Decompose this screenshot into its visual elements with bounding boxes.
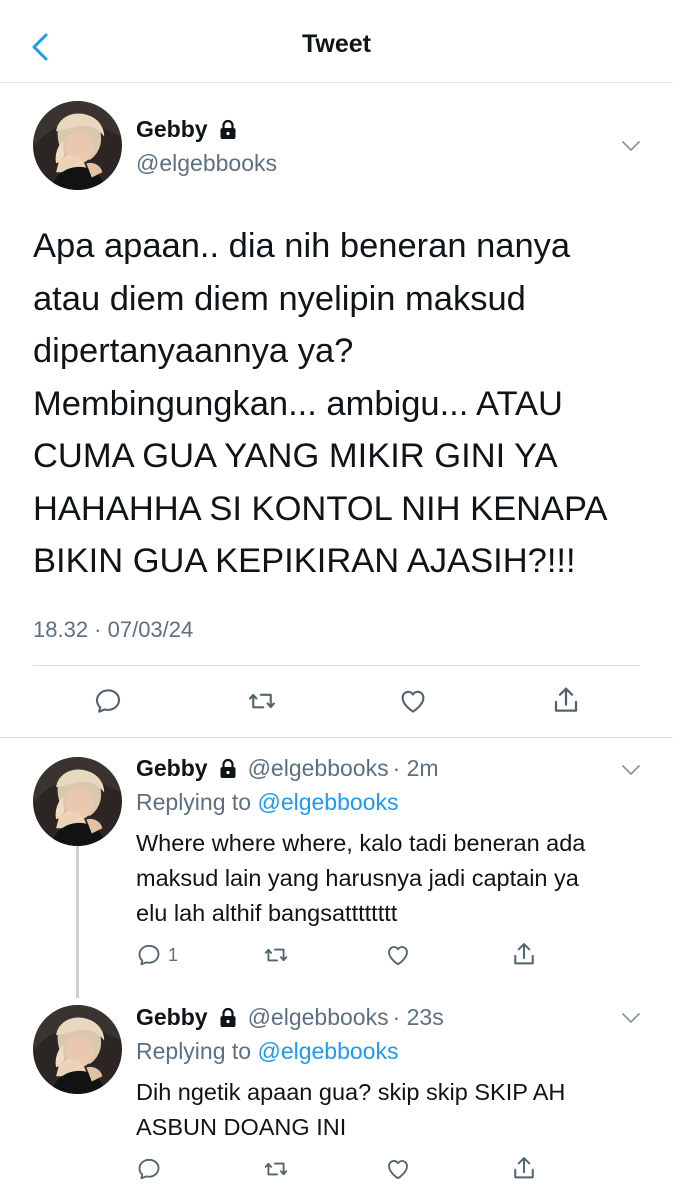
avatar[interactable] <box>33 1005 122 1094</box>
replying-to-label: Replying to <box>136 1038 252 1064</box>
reply-button[interactable] <box>93 686 123 716</box>
retweet-button[interactable] <box>262 1156 290 1182</box>
thread-connector <box>76 846 79 998</box>
lock-icon <box>216 1006 240 1030</box>
reply-header: Gebby @elgebbooks · 2m <box>136 755 439 782</box>
like-button[interactable] <box>384 1156 412 1182</box>
reply-count: 1 <box>168 944 179 965</box>
reply-icon <box>136 1156 162 1182</box>
reply-time: · 23s <box>392 1004 444 1030</box>
replying-to: Replying to @elgebbooks <box>136 789 398 816</box>
lock-icon <box>216 757 240 781</box>
replying-to: Replying to @elgebbooks <box>136 1038 398 1065</box>
tweet-text: Apa apaan.. dia nih beneran nanya atau d… <box>33 227 608 580</box>
reply-icon <box>93 686 123 716</box>
reply-text: Dih ngetik apaan gua? skip skip SKIP AH … <box>136 1079 566 1140</box>
reply-button[interactable]: 1 <box>136 942 178 968</box>
top-bar: Tweet <box>0 0 673 83</box>
author-name[interactable]: Gebby <box>136 755 208 782</box>
like-button[interactable] <box>384 942 412 968</box>
chevron-down-icon[interactable] <box>620 138 642 154</box>
share-button[interactable] <box>510 940 538 968</box>
reply-time: · 2m <box>392 755 439 781</box>
author-handle[interactable]: @elgebbooks <box>248 755 389 782</box>
reply-button[interactable] <box>136 1156 162 1182</box>
retweet-button[interactable] <box>262 942 290 968</box>
divider <box>33 665 640 666</box>
replying-to-handle[interactable]: @elgebbooks <box>257 789 398 815</box>
chevron-down-icon[interactable] <box>620 762 642 778</box>
share-button[interactable] <box>510 1154 538 1182</box>
author-name-row: Gebby <box>136 116 240 143</box>
reply-header: Gebby @elgebbooks · 23s <box>136 1004 444 1031</box>
share-button[interactable] <box>550 684 582 716</box>
author-handle[interactable]: @elgebbooks <box>248 1004 389 1031</box>
share-icon <box>550 684 582 716</box>
retweet-icon <box>246 686 278 716</box>
author-name[interactable]: Gebby <box>136 1004 208 1031</box>
reply-text: Where where where, kalo tadi beneran ada… <box>136 830 586 926</box>
lock-icon <box>216 118 240 142</box>
retweet-icon <box>262 1156 290 1182</box>
author-handle[interactable]: @elgebbooks <box>136 150 277 177</box>
like-icon <box>384 942 412 968</box>
avatar[interactable] <box>33 101 122 190</box>
page-title: Tweet <box>302 30 371 58</box>
like-icon <box>384 1156 412 1182</box>
retweet-button[interactable] <box>246 686 278 716</box>
reply-icon <box>136 942 162 968</box>
tweet-timestamp[interactable]: 18.32 · 07/03/24 <box>33 617 193 643</box>
like-icon <box>397 686 429 716</box>
share-icon <box>510 1154 538 1182</box>
author-name[interactable]: Gebby <box>136 116 208 143</box>
share-icon <box>510 940 538 968</box>
replying-to-label: Replying to <box>136 789 252 815</box>
avatar[interactable] <box>33 757 122 846</box>
like-button[interactable] <box>397 686 429 716</box>
divider <box>0 737 673 738</box>
retweet-icon <box>262 942 290 968</box>
replying-to-handle[interactable]: @elgebbooks <box>257 1038 398 1064</box>
chevron-down-icon[interactable] <box>620 1010 642 1026</box>
